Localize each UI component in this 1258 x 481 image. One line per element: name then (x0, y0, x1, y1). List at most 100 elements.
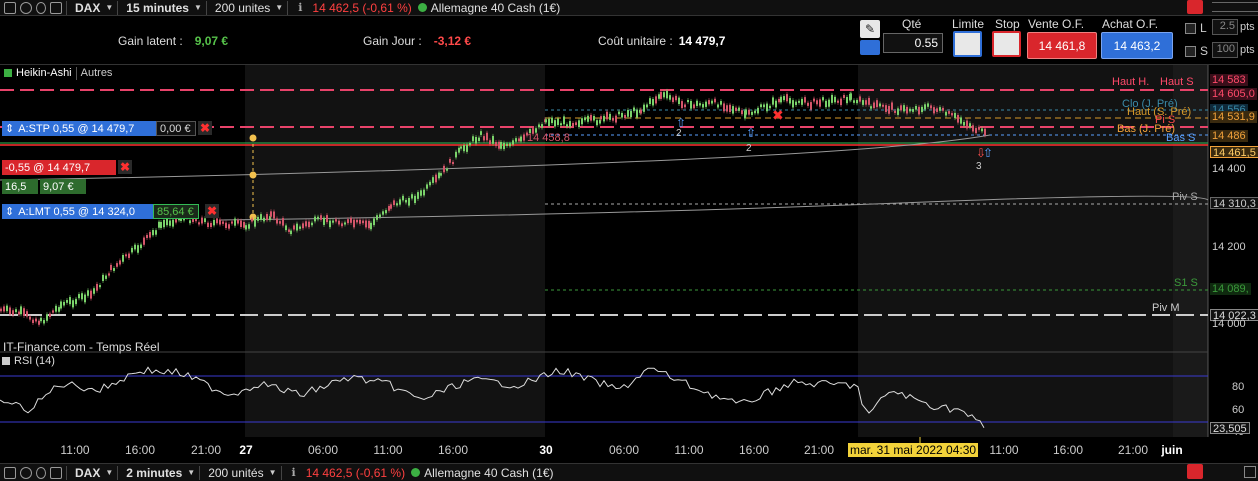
input-l[interactable]: 2.5 (1212, 19, 1238, 35)
sell-button[interactable]: 14 461,8 (1027, 32, 1097, 59)
instrument-label: DAX (75, 0, 101, 15)
clock-icon[interactable] (20, 1, 32, 14)
chart-tabs: Heikin-Ashi Autres (2, 67, 112, 80)
position-gain: 9,07 € (40, 179, 86, 194)
heikin-ashi-icon (4, 69, 12, 77)
gain-jour: Gain Jour : -3,12 € (363, 34, 471, 48)
info-icon[interactable]: ℹ (298, 1, 302, 14)
gain-jour-label: Gain Jour : (363, 34, 422, 48)
pts-l-label: pts (1240, 21, 1255, 33)
time-label: juin (1161, 443, 1183, 457)
time-label: 11:00 (373, 443, 403, 457)
buy-label: Achat O.F. (1102, 17, 1159, 31)
info-icon[interactable]: ℹ (292, 466, 296, 479)
close-icon[interactable]: ✖ (118, 160, 132, 174)
gain-jour-value: -3,12 € (433, 34, 472, 48)
rsi-label[interactable]: RSI (14) (14, 355, 55, 367)
stop-order-label: A:STP 0,55 @ 14 479,7 (18, 122, 135, 135)
limit-label: Limite (952, 17, 985, 31)
time-label: 30 (539, 443, 553, 457)
time-label: 16:00 (738, 443, 770, 457)
stop-order-icon[interactable] (992, 31, 1021, 57)
move-handle-icon[interactable]: ⇕ (5, 205, 14, 218)
limit-order-icon[interactable] (953, 31, 982, 57)
wrench-icon[interactable]: ✎ (860, 20, 880, 38)
check-s-label: S (1200, 44, 1209, 58)
top-toolbar: DAX ▼ 15 minutes ▼ 200 unites ▼ ℹ 14 462,5 … (0, 0, 1258, 16)
position-qty: 16,5 (2, 179, 38, 194)
time-label: 06:00 (608, 443, 640, 457)
close-icon[interactable]: ✖ (205, 204, 219, 218)
qty-input[interactable]: 0.55 (883, 33, 943, 53)
sync-icon[interactable] (36, 466, 46, 479)
sync-icon[interactable] (36, 1, 46, 14)
calculator-icon[interactable] (860, 40, 880, 55)
market-name: Allemagne 40 Cash (1€) (430, 0, 561, 15)
units-label: 200 unites (214, 0, 271, 15)
grid-icon[interactable] (50, 466, 62, 479)
time-label: 11:00 (989, 443, 1019, 457)
svg-text:✖: ✖ (772, 108, 784, 124)
time-label: 21:00 (190, 443, 222, 457)
close-icon[interactable]: ✖ (198, 121, 212, 135)
qty-label: Qté (902, 17, 922, 31)
level-bas-s: Bas S (1166, 132, 1196, 144)
move-handle-icon[interactable]: ⇕ (5, 122, 14, 135)
market-status-icon (417, 3, 427, 12)
price-label: 14 583 (1210, 74, 1248, 86)
marker-label-1: 2 (676, 128, 682, 139)
grid-icon[interactable] (50, 1, 62, 14)
pts-s-label: pts (1240, 44, 1255, 56)
square-icon[interactable] (4, 466, 16, 479)
rsi-y-label: 60 (1232, 404, 1245, 416)
time-label: 16:00 (1052, 443, 1084, 457)
marker-label-2: 2 (746, 143, 752, 154)
grid-icon[interactable] (1244, 466, 1256, 478)
rsi-current-label: 23,505 (1210, 422, 1250, 435)
gain-latent: Gain latent : 9,07 € (118, 34, 228, 48)
timeframe-dropdown[interactable]: 15 minutes ▼ (126, 1, 202, 15)
clock-icon[interactable] (20, 466, 32, 479)
input-s[interactable]: 100 (1212, 42, 1238, 58)
price-label: 14 000 (1212, 318, 1246, 330)
time-label: 11:00 (674, 443, 704, 457)
bottom-toolbar: DAX ▼ 2 minutes ▼ 200 unités ▼ ℹ 14 462,5 (… (0, 463, 1258, 481)
cursor-time-label: mar. 31 mai 2022 04:30 (848, 443, 979, 457)
timeframe-dropdown[interactable]: 2 minutes ▼ (126, 466, 195, 480)
stop-order-tag[interactable]: ⇕ A:STP 0,55 @ 14 479,7 (2, 121, 166, 136)
time-label: 16:00 (437, 443, 469, 457)
check-l-label: L (1200, 21, 1207, 35)
checkbox-s[interactable] (1185, 46, 1196, 57)
marker-label-3: 3 (976, 161, 982, 172)
instrument-dropdown[interactable]: DAX ▼ (75, 1, 113, 15)
svg-text:⇧: ⇧ (983, 146, 993, 160)
time-label: 16:00 (124, 443, 156, 457)
level-piv-m: Piv M (1152, 302, 1180, 314)
price-label: 14 200 (1212, 241, 1246, 253)
price-change: 14 462,5 (-0,61 %) (312, 0, 412, 15)
data-source: IT-Finance.com - Temps Réel (3, 340, 160, 354)
position-tag[interactable]: -0,55 @ 14 479,7 (2, 160, 116, 175)
stop-label: Stop (995, 17, 1020, 31)
time-label: 11:00 (60, 443, 90, 457)
units-dropdown[interactable]: 200 unites ▼ (215, 1, 283, 15)
instrument-dropdown[interactable]: DAX ▼ (75, 466, 113, 480)
time-label: 21:00 (1117, 443, 1149, 457)
units-dropdown[interactable]: 200 unités ▼ (208, 466, 276, 480)
limit-order-tag[interactable]: ⇕ A:LMT 0,55 @ 14 324,0 (2, 204, 166, 219)
tab-heikin-ashi[interactable]: Heikin-Ashi (16, 67, 77, 80)
level-haut-s: Haut S (1160, 76, 1194, 88)
menu-icon[interactable] (1212, 2, 1258, 12)
checkbox-l[interactable] (1185, 23, 1196, 34)
buy-button[interactable]: 14 463,2 (1101, 32, 1173, 59)
rsi-panel-label: RSI (14) (2, 355, 55, 367)
cout-label: Coût unitaire : (598, 34, 673, 48)
stop-order-pl: 0,00 € (156, 121, 196, 136)
alert-icon[interactable] (1187, 0, 1203, 14)
tab-autres[interactable]: Autres (77, 67, 113, 80)
price-label: 14 486 (1210, 130, 1248, 142)
alert-icon[interactable] (1187, 464, 1203, 479)
price-change: 14 462,5 (-0,61 %) (305, 465, 406, 480)
square-icon[interactable] (4, 1, 16, 14)
market-name: Allemagne 40 Cash (1€) (424, 465, 554, 480)
